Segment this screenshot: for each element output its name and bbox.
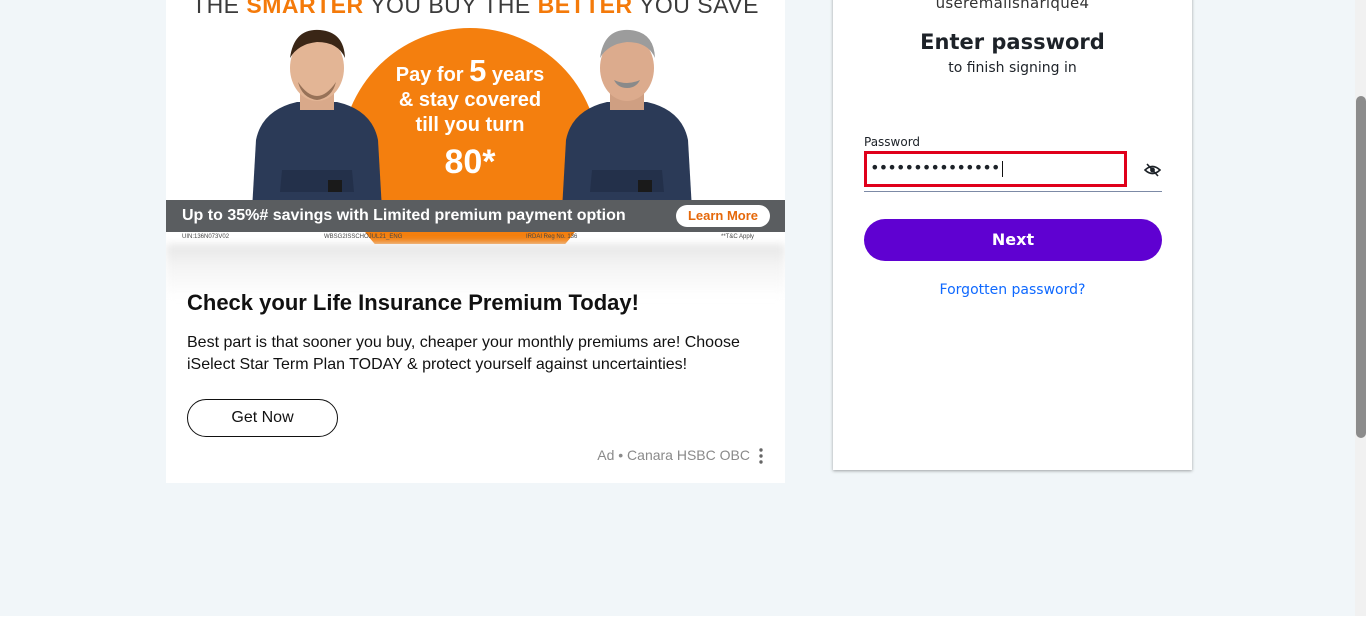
password-underline [864,191,1162,192]
headline-part: YOU SAVE [632,0,759,18]
headline-part: YOU BUY THE [363,0,538,18]
ad-title[interactable]: Check your Life Insurance Premium Today! [187,290,639,316]
page-title: Enter password [920,30,1105,54]
forgot-password-link[interactable]: Forgotten password? [940,282,1086,298]
headline-highlight: SMARTER [246,0,364,18]
offer-line1-prefix: Pay for [395,64,470,86]
login-card: useremailsharique4 Enter password to fin… [833,0,1192,470]
scrollbar-thumb[interactable] [1356,96,1366,438]
page-subtitle: to finish signing in [948,60,1077,76]
password-label: Password [864,135,921,149]
password-value: ••••••••••••••• [870,158,1003,177]
fine-print-code: WBSG2ISSCHOJUL21_ENG [324,234,403,240]
ad-sponsor-label: Ad • Canara HSBC OBC [597,447,750,463]
get-now-button[interactable]: Get Now [187,399,338,437]
fine-print-uin: UIN:136N073V02 [182,234,230,240]
learn-more-button[interactable]: Learn More [676,205,770,227]
fine-print-irdai: IRDAI Reg No. 136 [526,234,578,240]
ad-card[interactable]: THE SMARTER YOU BUY THE BETTER YOU SAVE … [166,0,785,483]
next-button[interactable]: Next [864,219,1162,261]
password-dots: ••••••••••••••• [870,158,1000,177]
fine-print-tc: **T&C Apply [721,234,755,240]
banner-headline: THE SMARTER YOU BUY THE BETTER YOU SAVE [166,0,785,19]
offer-age: 80* [444,143,496,181]
headline-highlight: BETTER [537,0,633,18]
headline-part: THE [192,0,247,18]
savings-text: Up to 35%# savings with Limited premium … [182,207,626,224]
banner-strip: Up to 35%# savings with Limited premium … [166,200,785,232]
offer-line1-suffix: years [486,64,545,86]
eye-slash-icon[interactable] [1144,162,1161,178]
username-label: useremailsharique4 [935,0,1090,12]
text-caret [1001,160,1003,177]
offer-years-number: 5 [469,53,487,88]
ad-banner-image[interactable]: THE SMARTER YOU BUY THE BETTER YOU SAVE … [166,0,785,244]
older-man-photo [562,29,692,210]
offer-text: Pay for 5 years & stay covered till you … [370,55,570,184]
offer-line3: till you turn [415,114,525,136]
password-field[interactable]: ••••••••••••••• [864,151,1127,187]
offer-line2: & stay covered [398,89,542,111]
ad-description: Best part is that sooner you buy, cheape… [187,334,740,373]
forgot-password-row: Forgotten password? [833,282,1192,298]
kebab-menu-icon[interactable] [754,447,768,465]
